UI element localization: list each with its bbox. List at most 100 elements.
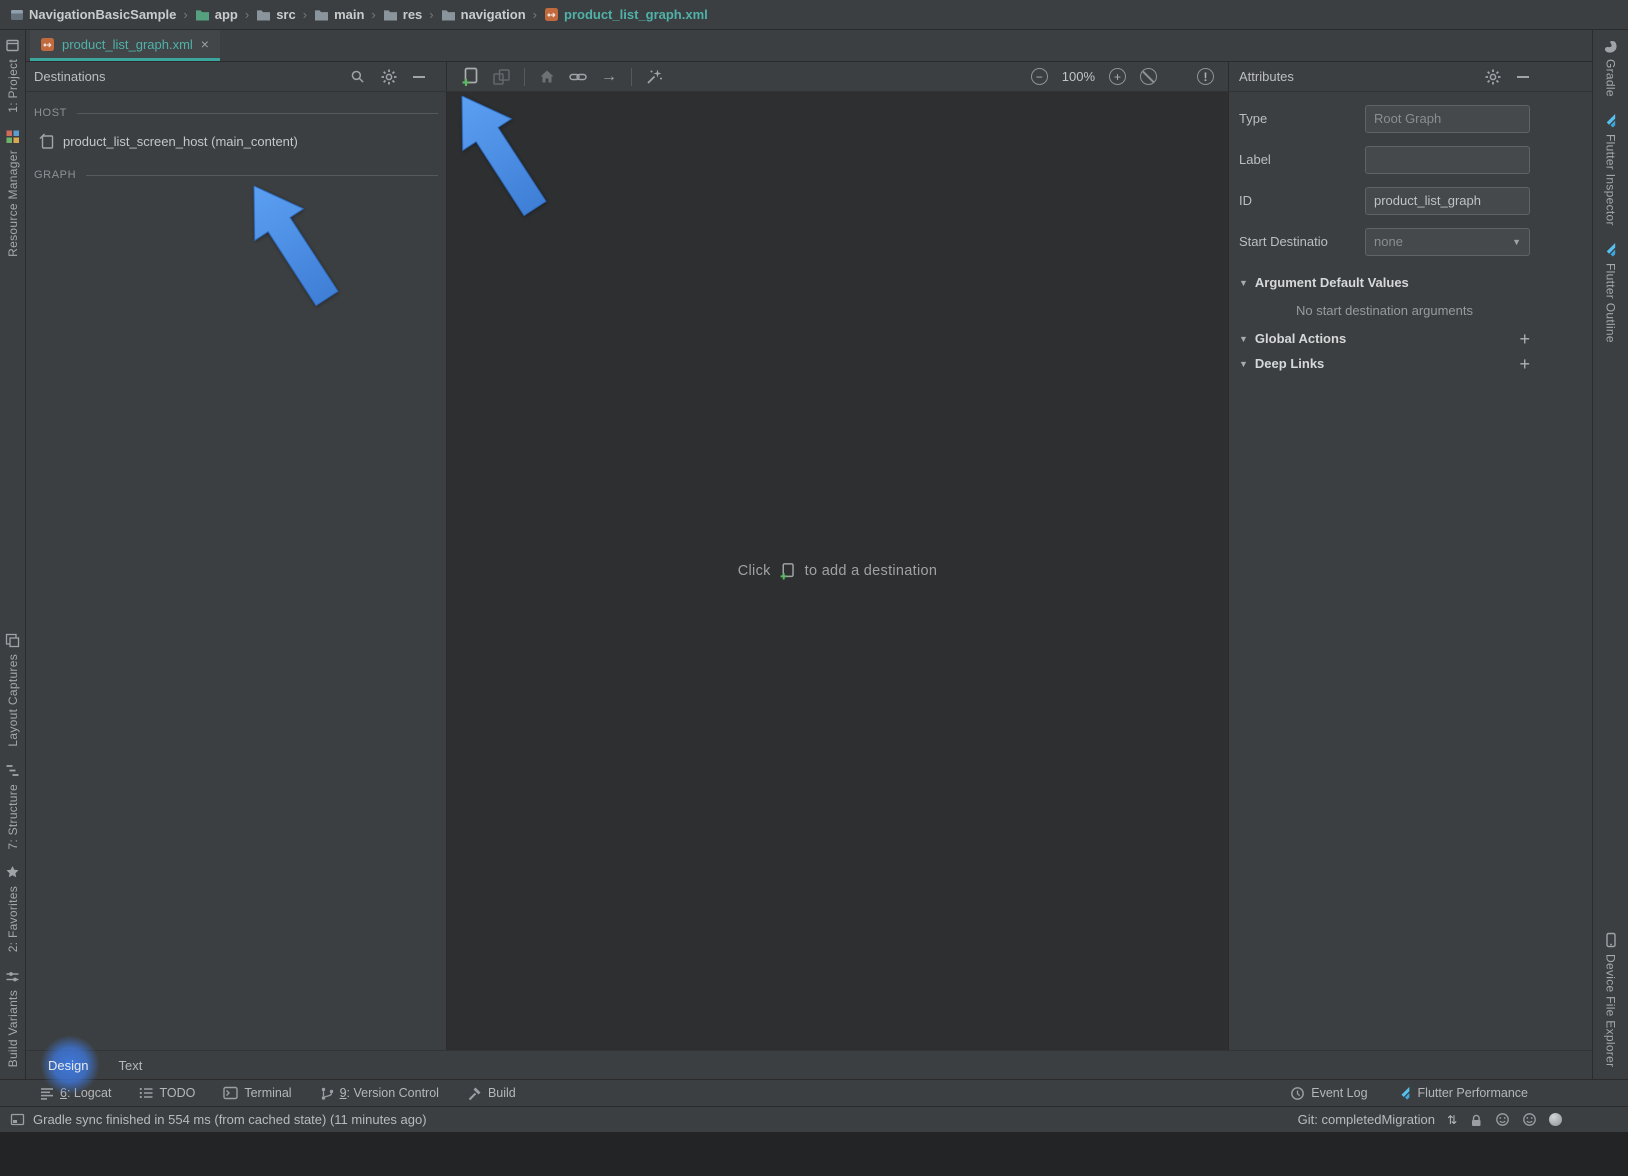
type-field-row: Type Root Graph <box>1239 98 1530 139</box>
git-branch-widget[interactable]: Git: completedMigration <box>1298 1112 1435 1127</box>
breadcrumb-main[interactable]: main <box>314 7 364 22</box>
project-icon <box>10 8 24 22</box>
start-destination-dropdown[interactable]: none ▼ <box>1365 228 1530 256</box>
breadcrumb-file[interactable]: product_list_graph.xml <box>544 7 708 22</box>
tool-button-gradle[interactable]: Gradle <box>1603 38 1618 97</box>
tool-button-flutter-outline[interactable]: Flutter Outline <box>1603 242 1618 343</box>
editor-tab-bar: product_list_graph.xml × <box>26 30 1592 62</box>
chevron-down-icon: ▼ <box>1512 237 1521 247</box>
tool-button-flutter-inspector[interactable]: Flutter Inspector <box>1603 113 1618 226</box>
breadcrumb-navigation[interactable]: navigation <box>441 7 526 22</box>
host-destination-item[interactable]: product_list_screen_host (main_content) <box>26 126 446 156</box>
build-variants-icon <box>5 969 20 984</box>
tab-text[interactable]: Text <box>118 1058 142 1073</box>
destinations-panel: HOST product_list_screen_host (main_cont… <box>26 92 447 1050</box>
breadcrumb-res[interactable]: res <box>383 7 423 22</box>
graph-section-header: GRAPH <box>26 162 446 188</box>
module-folder-icon <box>195 8 210 21</box>
attributes-panel: Type Root Graph Label ID product_list_gr… <box>1228 92 1592 1050</box>
toolwindow-terminal[interactable]: Terminal <box>223 1086 291 1100</box>
type-input[interactable]: Root Graph <box>1365 105 1530 133</box>
lock-icon[interactable] <box>1469 1113 1483 1127</box>
breadcrumb-project[interactable]: NavigationBasicSample <box>10 7 176 22</box>
collapse-icon: ▼ <box>1239 334 1248 344</box>
editor-tab[interactable]: product_list_graph.xml × <box>30 30 220 61</box>
flutter-icon <box>1603 242 1618 257</box>
zoom-level: 100% <box>1062 69 1095 84</box>
label-input[interactable] <box>1365 146 1530 174</box>
folder-icon <box>383 8 398 21</box>
tool-button-layout-captures[interactable]: Layout Captures <box>5 633 20 747</box>
issues-icon[interactable]: ! <box>1197 68 1214 85</box>
search-icon[interactable] <box>350 69 365 84</box>
window-icon[interactable] <box>10 1112 25 1127</box>
feedback-smiley-icon[interactable] <box>1522 1112 1537 1127</box>
design-canvas[interactable]: Click to add a destination <box>447 92 1228 1050</box>
tool-button-build-variants[interactable]: Build Variants <box>5 969 20 1067</box>
home-icon[interactable] <box>539 69 555 84</box>
auto-arrange-icon[interactable] <box>646 68 663 85</box>
toolwindow-build[interactable]: Build <box>467 1086 516 1101</box>
terminal-icon <box>223 1086 238 1100</box>
add-destination-button[interactable] <box>461 67 479 86</box>
nav-file-icon <box>40 37 55 52</box>
tab-design[interactable]: Design <box>48 1058 88 1073</box>
global-actions-section[interactable]: ▼ Global Actions + <box>1239 326 1530 351</box>
host-section-header: HOST <box>26 100 446 126</box>
toolwindow-version-control[interactable]: 9: Version Control <box>320 1086 439 1101</box>
status-message: Gradle sync finished in 554 ms (from cac… <box>33 1112 427 1127</box>
feedback-smiley-icon[interactable] <box>1495 1112 1510 1127</box>
tab-close-icon[interactable]: × <box>200 37 210 51</box>
id-label: ID <box>1239 193 1365 208</box>
editor-tab-label: product_list_graph.xml <box>62 37 193 52</box>
git-update-icon[interactable]: ⇅ <box>1447 1113 1457 1127</box>
tool-button-project[interactable]: 1: Project <box>5 38 20 113</box>
toolwindow-flutter-performance[interactable]: Flutter Performance <box>1398 1086 1528 1100</box>
deep-links-section[interactable]: ▼ Deep Links + <box>1239 351 1530 376</box>
empty-canvas-hint: Click to add a destination <box>738 562 938 580</box>
zoom-out-icon[interactable]: − <box>1031 68 1048 85</box>
minimize-icon[interactable] <box>1517 75 1530 79</box>
toolwindow-event-log[interactable]: Event Log <box>1290 1086 1367 1101</box>
breadcrumb-separator: › <box>182 7 188 22</box>
add-deep-link-button[interactable]: + <box>1519 355 1530 373</box>
argument-default-values-section[interactable]: ▼ Argument Default Values <box>1239 270 1530 295</box>
nav-file-icon <box>544 7 559 22</box>
flutter-icon <box>1603 113 1618 128</box>
breadcrumb-src[interactable]: src <box>256 7 296 22</box>
nav-host-icon <box>39 133 55 149</box>
gear-icon[interactable] <box>381 69 397 85</box>
tool-button-device-file-explorer[interactable]: Device File Explorer <box>1603 932 1618 1067</box>
folder-icon <box>314 8 329 21</box>
destinations-header: Destinations <box>26 62 447 91</box>
tool-button-structure[interactable]: 7: Structure <box>5 763 20 850</box>
nested-graph-button[interactable] <box>493 69 510 85</box>
id-field-row: ID product_list_graph <box>1239 180 1530 221</box>
breadcrumb-separator: › <box>428 7 434 22</box>
tool-button-resource-manager[interactable]: Resource Manager <box>5 129 20 257</box>
status-bar: Gradle sync finished in 554 ms (from cac… <box>0 1106 1628 1132</box>
attributes-header: Attributes <box>1228 62 1592 91</box>
tool-button-favorites[interactable]: 2: Favorites <box>5 865 20 952</box>
notification-indicator[interactable] <box>1549 1113 1562 1126</box>
zoom-fit-icon[interactable] <box>1140 68 1157 85</box>
no-arguments-text: No start destination arguments <box>1239 303 1530 318</box>
toolwindow-logcat[interactable]: 6: Logcat <box>40 1086 111 1100</box>
action-arrow-icon[interactable]: → <box>601 69 617 85</box>
breadcrumb-separator: › <box>532 7 538 22</box>
collapse-icon: ▼ <box>1239 278 1248 288</box>
minimize-icon[interactable] <box>413 75 426 79</box>
breadcrumb-separator: › <box>244 7 250 22</box>
toolwindow-todo[interactable]: TODO <box>139 1086 195 1100</box>
zoom-in-icon[interactable]: + <box>1109 68 1126 85</box>
id-input[interactable]: product_list_graph <box>1365 187 1530 215</box>
start-destination-label: Start Destinatio <box>1239 234 1365 249</box>
label-field-row: Label <box>1239 139 1530 180</box>
deep-link-icon[interactable] <box>569 71 587 83</box>
version-control-icon <box>320 1086 334 1101</box>
label-label: Label <box>1239 152 1365 167</box>
add-global-action-button[interactable]: + <box>1519 330 1530 348</box>
gear-icon[interactable] <box>1485 69 1501 85</box>
breadcrumb-app[interactable]: app <box>195 7 238 22</box>
todo-icon <box>139 1086 153 1100</box>
